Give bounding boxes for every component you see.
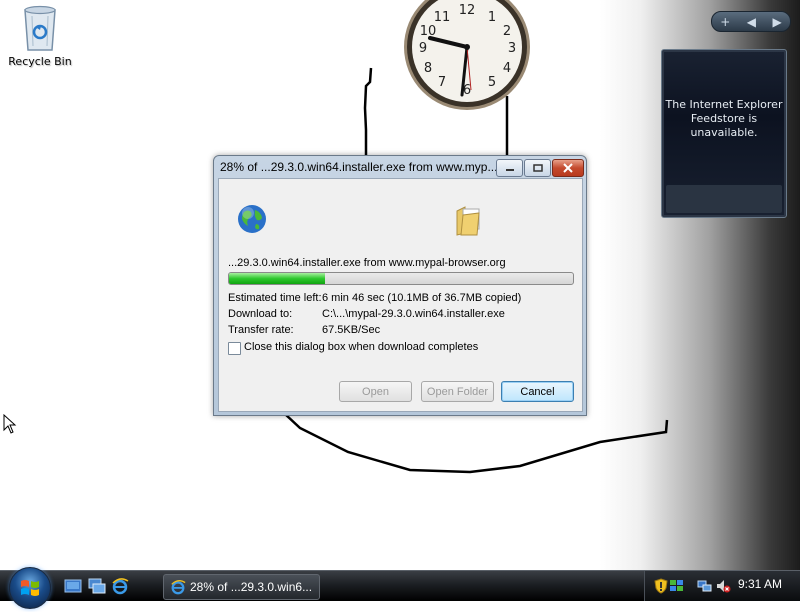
- clock-numeral: 3: [508, 41, 516, 56]
- clock-numeral: 9: [419, 41, 427, 56]
- maximize-icon: [532, 164, 543, 172]
- windows-update-icon[interactable]: [669, 578, 685, 594]
- windows-logo-icon: [21, 580, 39, 596]
- network-icon[interactable]: [697, 578, 713, 594]
- download-to-value: C:\...\mypal-29.3.0.win64.installer.exe: [322, 308, 505, 320]
- clock-numeral: 11: [434, 10, 451, 25]
- close-button[interactable]: [552, 159, 584, 177]
- globe-icon: [238, 205, 266, 233]
- mouse-cursor-icon: [3, 414, 17, 434]
- transfer-rate-label: Transfer rate:: [228, 324, 294, 336]
- time-left-label: Estimated time left:: [228, 292, 322, 304]
- taskbar-download-window[interactable]: 28% of ...29.3.0.win6...: [163, 574, 320, 600]
- download-progress-bar: [228, 272, 574, 285]
- open-button[interactable]: Open: [339, 381, 412, 402]
- close-when-done-checkbox[interactable]: [228, 342, 241, 355]
- volume-muted-icon[interactable]: [715, 578, 731, 594]
- taskbar: 28% of ...29.3.0.win6...: [0, 567, 800, 609]
- internet-explorer-icon[interactable]: [111, 577, 129, 595]
- switch-windows-icon[interactable]: [88, 577, 106, 595]
- folder-icon: [456, 206, 480, 236]
- transfer-rate-value: 67.5KB/Sec: [322, 324, 381, 336]
- clock-numeral: 5: [488, 75, 496, 90]
- clock-gadget[interactable]: 12 1 2 3 4 5 6 7 8 9 10 11: [404, 0, 530, 116]
- close-when-done-label[interactable]: Close this dialog box when download comp…: [244, 341, 478, 353]
- clock-numeral: 2: [503, 24, 511, 39]
- clock-numeral: 12: [459, 3, 476, 18]
- progress-fill: [229, 273, 326, 284]
- dialog-title: 28% of ...29.3.0.win64.installer.exe fro…: [220, 160, 498, 174]
- download-source: ...29.3.0.win64.installer.exe from www.m…: [228, 257, 506, 269]
- clock-numeral: 4: [503, 61, 511, 76]
- close-icon: [563, 163, 573, 173]
- maximize-button[interactable]: [524, 159, 551, 177]
- clock-numeral: 7: [438, 75, 446, 90]
- security-shield-icon[interactable]: [653, 578, 669, 594]
- system-clock[interactable]: 9:31 AM: [738, 577, 782, 591]
- start-button[interactable]: [9, 567, 51, 609]
- open-folder-button[interactable]: Open Folder: [421, 381, 494, 402]
- clock-numeral: 1: [488, 10, 496, 25]
- clock-numeral: 8: [424, 61, 432, 76]
- dialog-body: ...29.3.0.win64.installer.exe from www.m…: [218, 178, 583, 412]
- minimize-button[interactable]: [496, 159, 523, 177]
- taskbar-window-label: 28% of ...29.3.0.win6...: [190, 580, 313, 594]
- time-left-value: 6 min 46 sec (10.1MB of 36.7MB copied): [322, 292, 522, 304]
- cancel-button[interactable]: Cancel: [501, 381, 574, 402]
- clock-numeral: 10: [420, 24, 437, 39]
- minimize-icon: [505, 169, 514, 171]
- download-to-label: Download to:: [228, 308, 293, 320]
- download-progress-dialog: 28% of ...29.3.0.win64.installer.exe fro…: [213, 155, 587, 416]
- internet-explorer-icon: [171, 580, 186, 595]
- show-desktop-icon[interactable]: [64, 577, 82, 595]
